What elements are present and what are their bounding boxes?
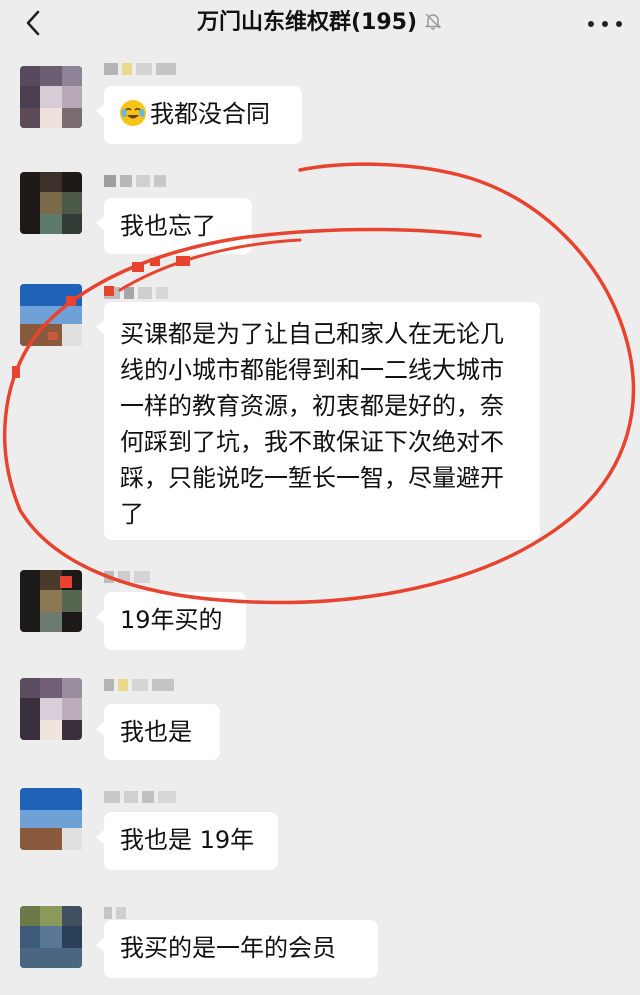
chat-message: 买课都是为了让自己和家人在无论几线的小城市都能得到和一二线大城市一样的教育资源，… xyxy=(0,284,640,554)
sender-name-blurred xyxy=(104,286,168,300)
avatar[interactable] xyxy=(20,284,82,346)
sender-name-blurred xyxy=(104,906,126,920)
message-bubble[interactable]: 19年买的 xyxy=(96,592,246,650)
chat-message: 我也是 xyxy=(0,676,640,766)
crying-laughing-emoji-icon xyxy=(120,100,146,126)
message-bubble[interactable]: 我都没合同 xyxy=(96,86,302,144)
sender-name-blurred xyxy=(104,570,150,584)
message-text: 我买的是一年的会员 xyxy=(120,934,336,962)
chat-message: 我都没合同 xyxy=(0,62,640,152)
message-text: 我都没合同 xyxy=(150,100,270,128)
sender-name-blurred xyxy=(104,790,176,804)
sender-name-blurred xyxy=(104,174,166,188)
avatar[interactable] xyxy=(20,570,82,632)
message-bubble[interactable]: 我也是 xyxy=(96,704,220,760)
avatar[interactable] xyxy=(20,788,82,850)
bell-muted-icon xyxy=(424,13,442,30)
avatar[interactable] xyxy=(20,172,82,234)
message-bubble[interactable]: 我也是 19年 xyxy=(96,812,278,870)
chat-message: 19年买的 xyxy=(0,568,640,658)
avatar[interactable] xyxy=(20,678,82,740)
chat-message: 我也忘了 xyxy=(0,170,640,260)
sender-name-blurred xyxy=(104,678,174,692)
message-text: 我也忘了 xyxy=(120,212,216,240)
more-dots-icon[interactable] xyxy=(588,14,622,34)
message-text: 19年买的 xyxy=(120,606,223,634)
chat-message: 我也是 19年 xyxy=(0,786,640,876)
chat-title-text: 万门山东维权群(195) xyxy=(196,10,418,35)
chat-header: 万门山东维权群(195) xyxy=(0,0,640,46)
sender-name-blurred xyxy=(104,62,176,76)
chat-title: 万门山东维权群(195) xyxy=(0,6,640,40)
message-bubble[interactable]: 我买的是一年的会员 xyxy=(96,920,378,978)
message-text: 我也是 19年 xyxy=(120,826,255,854)
chat-message: 我买的是一年的会员 xyxy=(0,900,640,990)
message-text: 我也是 xyxy=(120,718,192,746)
message-bubble[interactable]: 我也忘了 xyxy=(96,198,252,254)
message-bubble[interactable]: 买课都是为了让自己和家人在无论几线的小城市都能得到和一二线大城市一样的教育资源，… xyxy=(96,302,540,540)
avatar[interactable] xyxy=(20,66,82,128)
avatar[interactable] xyxy=(20,906,82,968)
message-text: 买课都是为了让自己和家人在无论几线的小城市都能得到和一二线大城市一样的教育资源，… xyxy=(120,320,504,528)
